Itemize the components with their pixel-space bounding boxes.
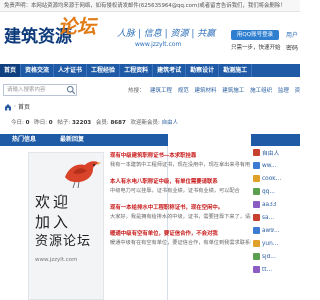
stat-today-value: 0 [25,120,30,126]
search-icon[interactable] [66,85,76,95]
qq-login-button[interactable]: 用QQ账号登录 [231,30,279,40]
stat-posts-label: 帖子: [57,120,71,126]
site-tagline: 人脉 | 信息 | 资源 | 共赢 [117,29,216,39]
member-item[interactable]: aa33 [251,198,300,211]
hot-info-content: 欢迎 加入 资源论坛 www.jzzylt.com 现有中级建筑职称证书—本求职… [0,146,266,300]
member-name[interactable]: 自由人 [262,148,279,157]
hot-word[interactable]: 建筑工程 [150,88,172,94]
site-url: www.jzzylt.com [135,41,182,48]
stat-members-value: 8687 [110,120,126,126]
hot-search-words: 建筑工程 规范 建筑材料 建筑施工 施工组织 监理 资质 资格 装修 [150,86,300,94]
stat-yesterday-value: 0 [48,120,53,126]
disclaimer-banner: 免责声明：本网站资源均来源于网络，如有侵权请发邮件(625635964@qq.c… [0,0,300,12]
member-item[interactable]: qq... [251,185,300,198]
nav-item-experience[interactable]: 工程经验 [87,64,121,77]
search-bar: 请输入搜索内容 热搜： 建筑工程 规范 建筑材料 建筑施工 施工组织 监理 资质… [0,84,300,98]
nav-item-home[interactable]: 首页 [0,64,22,77]
stat-yesterday-label: 昨日: [34,120,48,126]
avatar[interactable] [253,240,260,247]
member-item[interactable]: tt... [251,263,300,276]
breadcrumb: › 首页 [0,102,300,114]
nav-item-survey[interactable]: 勘测施工 [219,64,253,77]
member-name[interactable]: cook... [262,176,281,182]
member-panel: 自由人 ww... cook... qq... aa33 sa... aw9... yun..… [251,134,300,300]
member-name[interactable]: qq... [262,189,275,195]
nav-item-exams[interactable]: 建筑考试 [153,64,187,77]
member-item[interactable]: yun... [251,237,300,250]
avatar[interactable] [253,201,260,208]
avatar[interactable] [253,149,260,156]
hot-info-title[interactable]: 热门信息 [12,136,36,143]
hot-word[interactable]: 资质 [295,88,300,94]
stat-members-label: 会员: [95,120,109,126]
nav-item-documents[interactable]: 工程资料 [120,64,154,77]
stat-newest-label: 欢迎新会员: [130,120,160,126]
bird-icon [65,161,101,189]
hot-word[interactable]: 建筑材料 [195,88,217,94]
member-item[interactable]: sjd... [251,250,300,263]
promo-line-join: 加入 [35,213,72,231]
promo-line-welcome: 欢迎 [35,193,72,211]
avatar[interactable] [253,266,260,273]
promo-line-forum: 资源论坛 [35,234,92,249]
forum-stats: 今日: 0 昨日: 0 帖子: 32203 会员: 8687 欢迎新会员: 自由… [0,118,300,127]
avatar[interactable] [253,214,260,221]
site-header: 建筑资源 论坛 人脉 | 信息 | 资源 | 共赢 www.jzzylt.com… [0,12,300,62]
member-panel-header [251,134,300,146]
hot-search-label: 热搜： [128,88,145,94]
hot-word[interactable]: 建筑施工 [222,88,244,94]
stat-posts-value: 32203 [71,120,92,126]
promo-banner[interactable]: 欢迎 加入 资源论坛 www.jzzylt.com [28,152,104,300]
breadcrumb-separator: › [13,103,17,110]
member-item[interactable]: sa... [251,211,300,224]
member-name[interactable]: tt... [262,267,272,273]
member-item[interactable]: aw9... [251,224,300,237]
avatar[interactable] [253,227,260,234]
hot-word[interactable]: 监理 [278,88,289,94]
member-name[interactable]: ww... [262,163,276,169]
hot-word[interactable]: 规范 [178,88,189,94]
member-item[interactable]: ww... [251,159,300,172]
nav-item-qualification[interactable]: 资格交流 [21,64,55,77]
main-nav: 首页 资格交流 人才证书 工程经验 工程资料 建筑考试 勘察设计 勘测施工 [0,64,300,77]
member-name[interactable]: aw9... [262,228,280,234]
member-item[interactable]: cook... [251,172,300,185]
avatar[interactable] [253,175,260,182]
member-name[interactable]: sa... [262,215,274,221]
member-name[interactable]: sjd... [262,254,276,260]
password-label: 密码 [286,45,299,52]
breadcrumb-current[interactable]: 首页 [18,104,30,111]
nav-item-design[interactable]: 勘察设计 [186,64,220,77]
stat-today-label: 今日: [11,120,24,126]
login-motto: 只需一步，快速开始 [231,45,281,51]
member-name[interactable]: aa33 [262,202,276,208]
member-item[interactable]: 自由人 [251,146,300,159]
hot-word[interactable]: 施工组织 [250,88,272,94]
hot-info-header: 热门信息 最新回复 [0,134,168,146]
home-icon[interactable] [4,103,12,111]
stat-newest-member[interactable]: 自由人 [162,120,179,126]
site-logo-swirl: 论坛 [58,16,97,38]
member-list: 自由人 ww... cook... qq... aa33 sa... aw9... yun..… [251,146,300,276]
latest-reply-title[interactable]: 最新回复 [60,134,84,146]
promo-url: www.jzzylt.com [35,257,78,263]
nav-item-certificates[interactable]: 人才证书 [54,64,88,77]
username-label: 用户 [286,32,299,39]
member-name[interactable]: yun... [262,241,278,247]
avatar[interactable] [253,162,260,169]
avatar[interactable] [253,188,260,195]
avatar[interactable] [253,253,260,260]
